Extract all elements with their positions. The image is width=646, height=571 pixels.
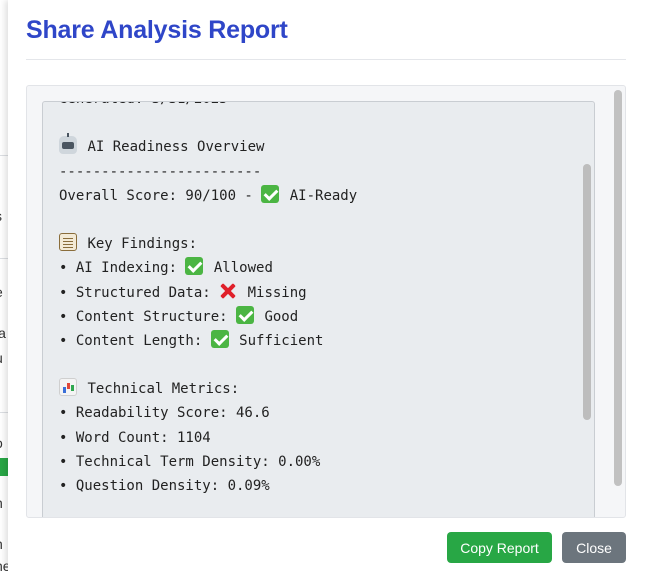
report-line: • Technical Term Density: 0.00%: [59, 450, 357, 474]
copy-report-button[interactable]: Copy Report: [447, 532, 552, 563]
report-line-text: • Question Density: 0.09%: [59, 478, 270, 494]
check-icon: [185, 257, 204, 276]
background-text: o: [0, 435, 8, 451]
report-line-text: Overall Score: 90/100 -: [59, 187, 262, 204]
report-line: Technical Metrics:: [59, 377, 357, 401]
report-line-text: ------------------------: [59, 163, 262, 180]
report-line-text: Technical Metrics:: [87, 381, 240, 398]
report-line: Overall Score: 90/100 - AI-Ready: [59, 184, 357, 208]
report-line: [59, 208, 357, 232]
report-line-text: AI Readiness Overview: [87, 139, 265, 156]
background-text: r: [0, 375, 8, 391]
report-text: Generated: 3/31/2025 AI Readiness Overvi…: [59, 102, 357, 498]
modal-title: Share Analysis Report: [26, 16, 288, 44]
check-icon: [261, 184, 280, 203]
report-line: • Readability Score: 46.6: [59, 401, 357, 425]
report-line: • Content Structure: Good: [59, 305, 357, 329]
report-line-text: • Word Count: 1104: [59, 429, 211, 446]
report-line: • Question Density: 0.09%: [59, 474, 357, 498]
background-page: s e la u r o n n ne: [0, 0, 8, 571]
report-line-text: Generated: 3/31/2025: [59, 102, 228, 107]
report-line: ------------------------: [59, 160, 357, 184]
background-text: n: [0, 495, 8, 511]
report-line-status: AI-Ready: [289, 187, 358, 204]
report-line: Generated: 3/31/2025: [59, 102, 357, 111]
report-line: [59, 353, 357, 377]
report-line-status: Allowed: [213, 260, 273, 277]
robot-icon: [59, 133, 77, 155]
report-line: • Structured Data: Missing: [59, 281, 357, 305]
report-line: • Content Length: Sufficient: [59, 329, 357, 353]
report-textarea[interactable]: Generated: 3/31/2025 AI Readiness Overvi…: [42, 101, 595, 517]
report-line-text: Key Findings:: [87, 236, 198, 253]
title-divider: [26, 59, 626, 60]
cross-icon: [219, 282, 237, 300]
check-icon: [210, 329, 229, 348]
background-text: ne: [0, 558, 8, 571]
report-line-text: • AI Indexing:: [59, 260, 186, 277]
divider: [0, 258, 8, 259]
background-progress-bar: [0, 458, 8, 476]
report-line: [59, 111, 357, 135]
report-line: Key Findings:: [59, 232, 357, 256]
report-container: Generated: 3/31/2025 AI Readiness Overvi…: [26, 85, 626, 518]
report-line-status: Missing: [247, 284, 307, 301]
textarea-scrollbar[interactable]: [583, 164, 591, 420]
background-text: u: [0, 350, 8, 366]
report-line-text: • Content Length:: [59, 332, 211, 349]
report-line-status: Good: [264, 308, 299, 325]
report-line: AI Readiness Overview: [59, 133, 357, 159]
report-line-status: Sufficient: [239, 332, 324, 349]
report-line: • AI Indexing: Allowed: [59, 256, 357, 280]
share-report-modal: Share Analysis Report Generated: 3/31/20…: [8, 0, 646, 571]
background-text: la: [0, 325, 6, 341]
clipboard-icon: [59, 233, 77, 252]
background-text: n: [0, 536, 8, 552]
divider: [0, 412, 8, 413]
report-line-text: • Technical Term Density: 0.00%: [59, 453, 321, 470]
close-button[interactable]: Close: [562, 532, 626, 563]
divider: [0, 155, 8, 156]
bar-chart-icon: [59, 378, 77, 397]
report-line-text: • Structured Data:: [59, 284, 220, 301]
background-text: s: [0, 208, 8, 224]
container-scrollbar[interactable]: [614, 90, 622, 486]
report-line: • Word Count: 1104: [59, 426, 357, 450]
check-icon: [236, 305, 255, 324]
background-text: e: [0, 284, 8, 300]
report-line-text: • Content Structure:: [59, 308, 237, 325]
report-line-text: • Readability Score: 46.6: [59, 405, 270, 422]
